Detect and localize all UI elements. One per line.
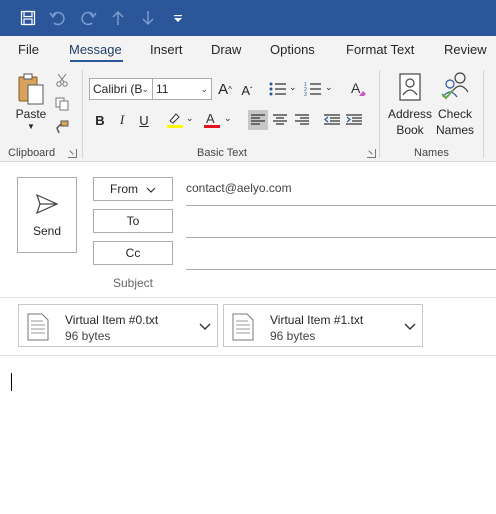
check-names-label-1[interactable]: Check [432, 107, 478, 121]
group-divider [483, 70, 484, 158]
chevron-down-icon[interactable] [404, 320, 416, 334]
chevron-down-icon[interactable] [199, 320, 211, 334]
highlight-dropdown-icon[interactable]: ⌄ [186, 113, 194, 124]
header-divider [0, 297, 496, 298]
from-label: From [110, 182, 138, 196]
group-divider [82, 70, 83, 158]
attachment-size: 96 bytes [270, 329, 316, 343]
bullets-dropdown-icon[interactable]: ⌄ [289, 82, 297, 93]
group-divider [379, 70, 380, 158]
font-color-icon[interactable]: A [202, 110, 222, 130]
svg-text:3: 3 [304, 92, 307, 97]
clipboard-group-label: Clipboard [8, 147, 56, 159]
send-button[interactable]: Send [17, 177, 77, 253]
text-cursor [11, 373, 12, 391]
tab-file[interactable]: File [18, 42, 39, 57]
customize-qat-icon[interactable] [168, 7, 188, 29]
chevron-down-icon [146, 182, 156, 196]
cc-field[interactable] [186, 269, 496, 270]
font-name-box[interactable]: Calibri (B ⌄ [89, 78, 153, 100]
font-color-dropdown-icon[interactable]: ⌄ [224, 113, 232, 124]
text-file-icon [232, 313, 254, 344]
attachment-name: Virtual Item #0.txt [65, 313, 159, 327]
save-icon[interactable] [18, 7, 38, 29]
text-file-icon [27, 313, 49, 344]
redo-icon[interactable] [78, 7, 98, 29]
font-name-dropdown-icon[interactable]: ⌄ [141, 79, 149, 99]
tab-options[interactable]: Options [270, 42, 315, 57]
attachment-item[interactable]: Virtual Item #1.txt 96 bytes [223, 304, 423, 347]
numbering-dropdown-icon[interactable]: ⌄ [325, 82, 333, 93]
subject-label: Subject [112, 276, 154, 290]
attachment-name: Virtual Item #1.txt [270, 313, 364, 327]
font-name-value: Calibri (B [93, 82, 143, 96]
basic-text-group-label: Basic Text [197, 147, 247, 159]
attachment-item[interactable]: Virtual Item #0.txt 96 bytes [18, 304, 218, 347]
tab-insert[interactable]: Insert [150, 42, 183, 57]
align-center-icon[interactable] [270, 110, 290, 130]
basic-text-launcher-icon[interactable] [367, 149, 376, 158]
address-book-icon[interactable] [396, 71, 424, 103]
up-arrow-icon[interactable] [108, 7, 128, 29]
paste-label[interactable]: Paste [12, 107, 50, 121]
cc-label: Cc [125, 246, 141, 260]
check-names-label-2[interactable]: Names [432, 123, 478, 137]
undo-icon[interactable] [48, 7, 68, 29]
clipboard-launcher-icon[interactable] [68, 149, 77, 158]
clear-formatting-icon[interactable]: A [348, 78, 370, 100]
names-group-label: Names [414, 147, 449, 159]
increase-indent-icon[interactable] [344, 110, 364, 130]
paste-dropdown-icon[interactable]: ▼ [26, 122, 36, 131]
tab-format-text[interactable]: Format Text [346, 42, 414, 57]
quick-access-toolbar [0, 0, 496, 36]
to-button[interactable]: To [93, 209, 173, 233]
from-button[interactable]: From [93, 177, 173, 201]
format-painter-icon[interactable] [54, 119, 70, 135]
font-size-value: 11 [156, 82, 169, 96]
align-left-icon[interactable] [248, 110, 268, 130]
tab-draw[interactable]: Draw [211, 42, 241, 57]
from-value: contact@aelyo.com [186, 181, 292, 195]
from-underline [186, 205, 496, 206]
ribbon: Paste ▼ Clipboard Calibri (B ⌄ 11 ⌄ A ^ A… [0, 64, 496, 162]
down-arrow-icon[interactable] [138, 7, 158, 29]
send-label: Send [32, 224, 62, 238]
address-book-label-1[interactable]: Address [386, 107, 434, 121]
message-body[interactable] [0, 356, 496, 514]
tab-message[interactable]: Message [69, 42, 122, 57]
shrink-font-icon[interactable]: Aˇ [237, 80, 257, 100]
tab-review[interactable]: Review [444, 42, 487, 57]
cut-icon[interactable] [54, 72, 70, 88]
check-names-icon[interactable] [439, 69, 471, 103]
send-icon [35, 193, 59, 217]
to-field[interactable] [186, 237, 496, 238]
bullets-icon[interactable] [267, 78, 289, 100]
font-size-box[interactable]: 11 ⌄ [152, 78, 212, 100]
italic-icon[interactable]: I [112, 110, 132, 130]
copy-icon[interactable] [54, 96, 70, 112]
numbering-icon[interactable]: 123 [302, 78, 324, 100]
align-right-icon[interactable] [292, 110, 312, 130]
bold-icon[interactable]: B [90, 110, 110, 130]
grow-font-icon[interactable]: A ^ [215, 78, 235, 100]
to-label: To [126, 214, 140, 228]
underline-icon[interactable]: U [134, 110, 154, 130]
decrease-indent-icon[interactable] [322, 110, 342, 130]
highlight-icon[interactable] [165, 110, 185, 130]
active-tab-indicator [70, 60, 123, 62]
address-book-label-2[interactable]: Book [386, 123, 434, 137]
attachment-size: 96 bytes [65, 329, 111, 343]
font-size-dropdown-icon[interactable]: ⌄ [200, 79, 208, 99]
svg-text:A: A [206, 111, 215, 126]
paste-icon[interactable] [14, 70, 48, 110]
cc-button[interactable]: Cc [93, 241, 173, 265]
svg-text:A: A [351, 80, 361, 96]
